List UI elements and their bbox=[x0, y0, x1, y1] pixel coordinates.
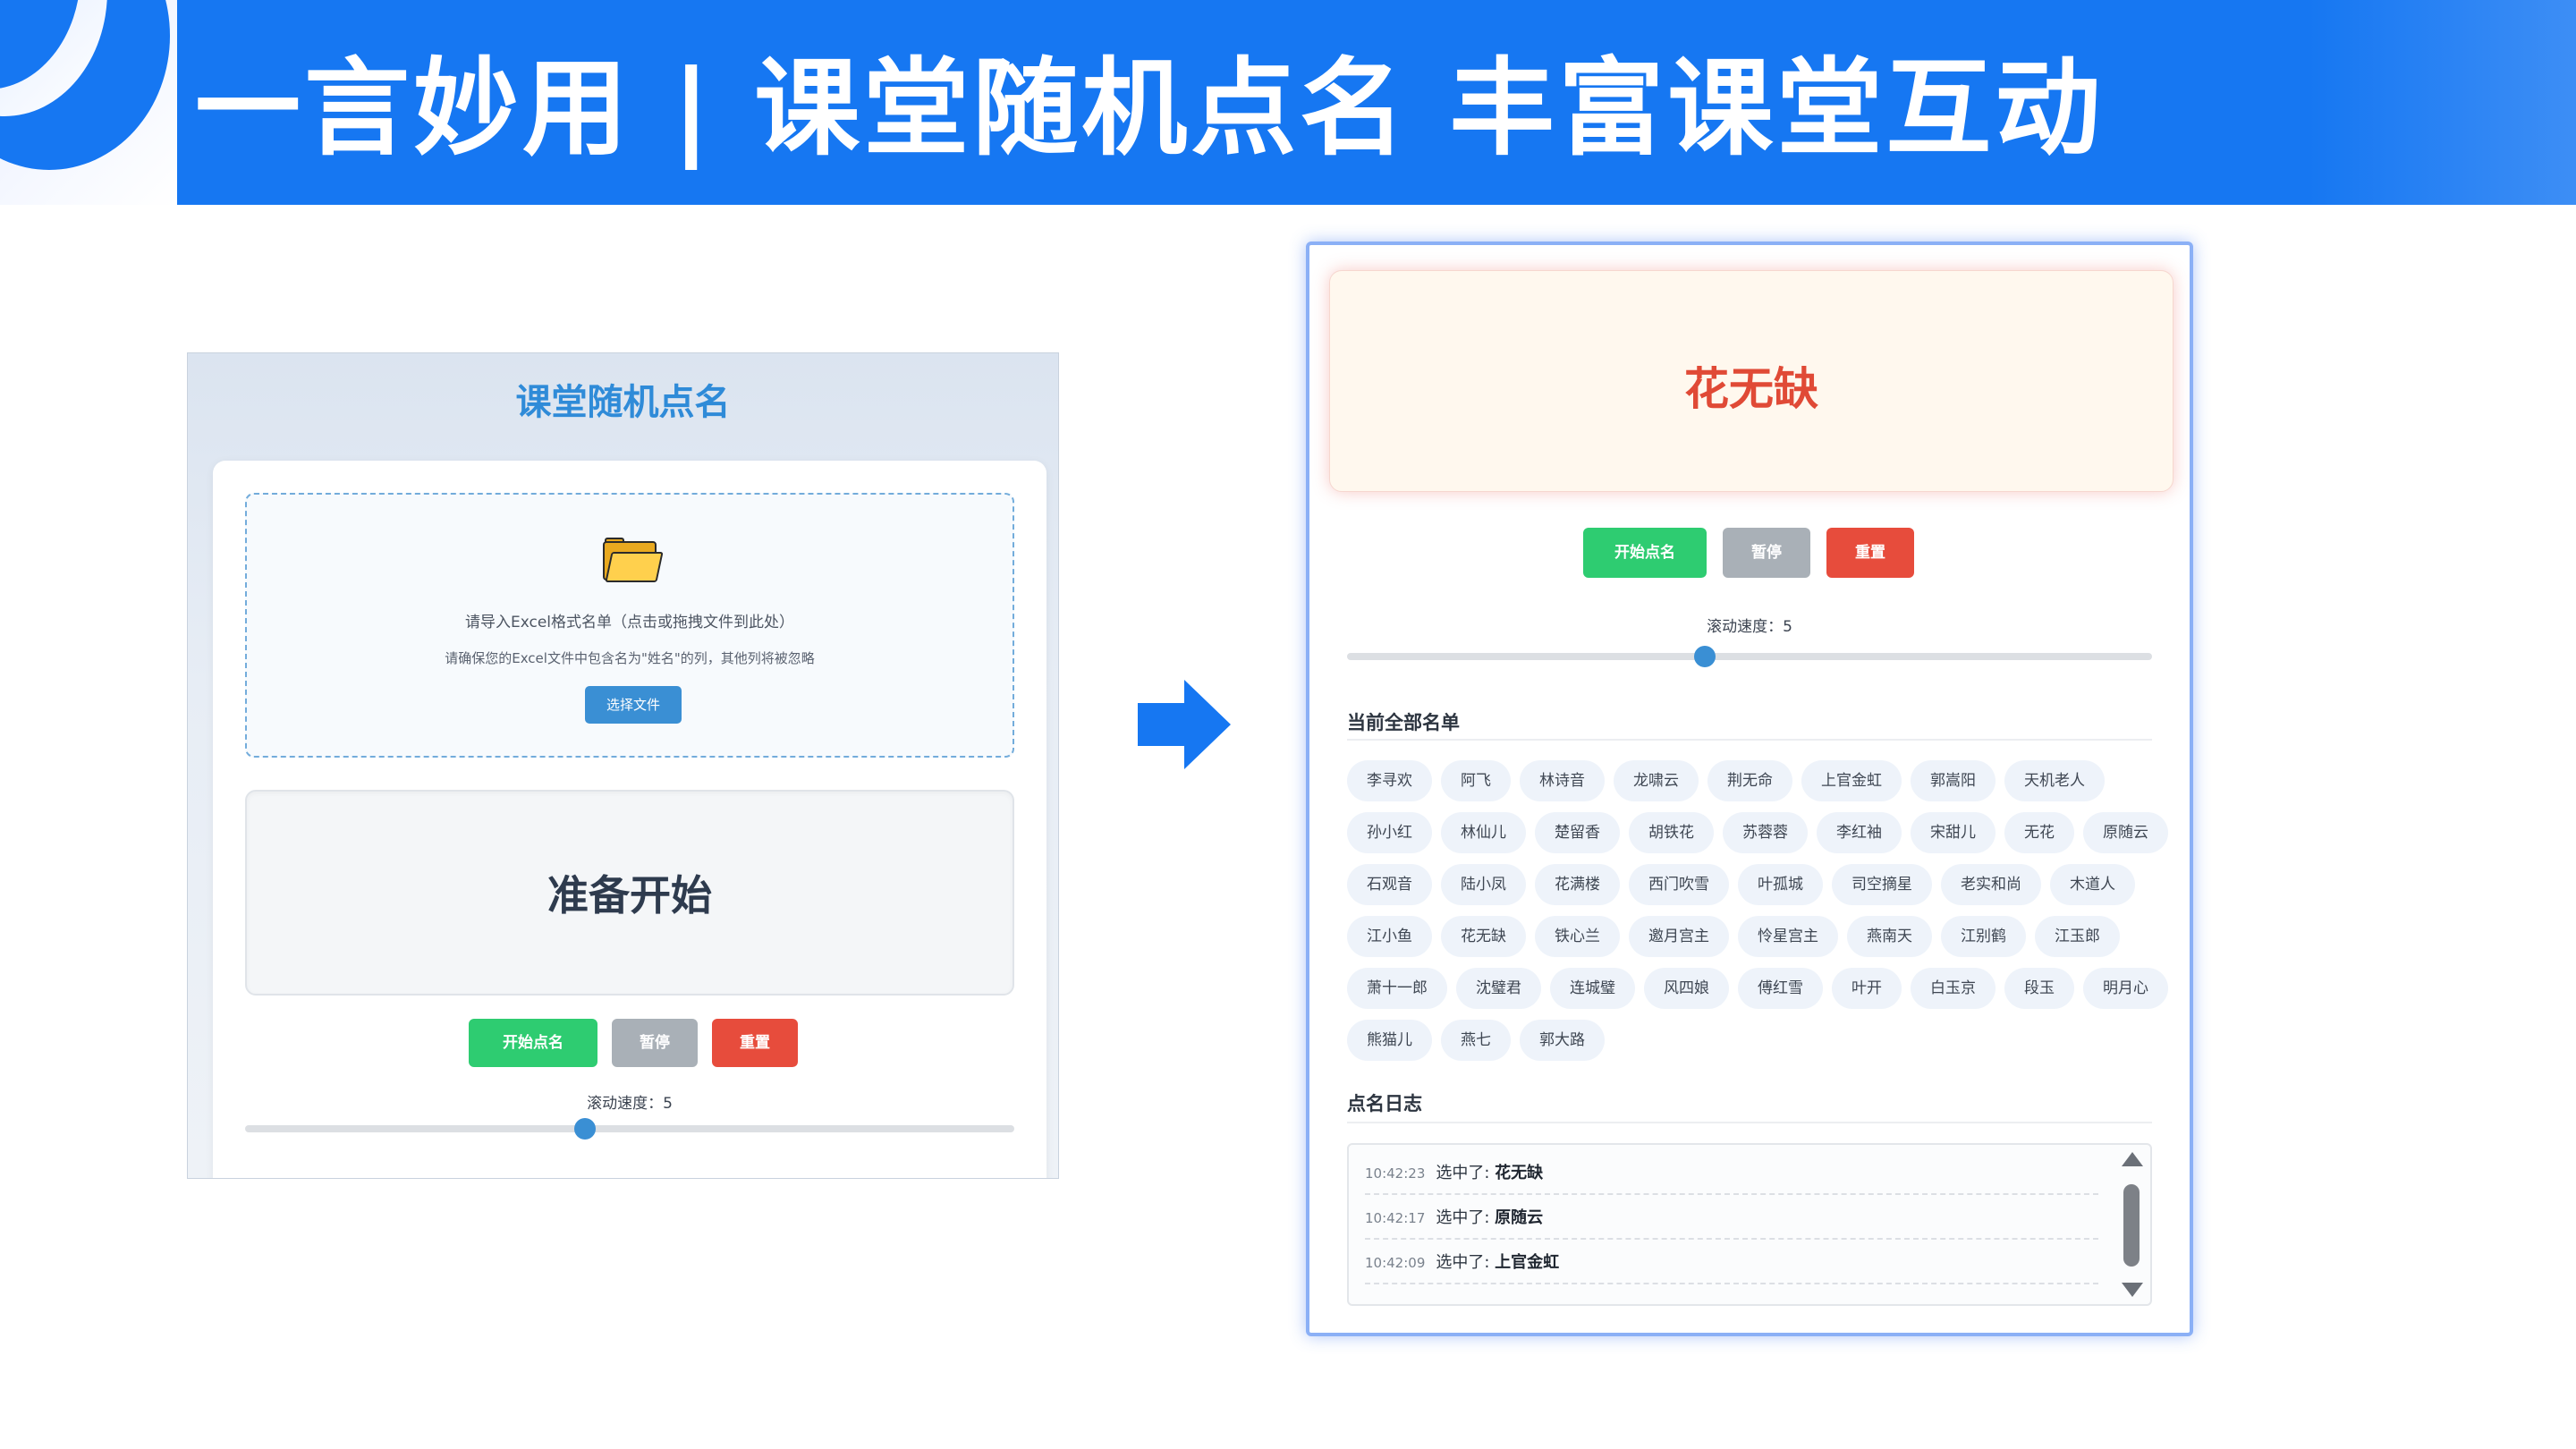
pause-button[interactable]: 暂停 bbox=[1723, 528, 1810, 578]
start-button[interactable]: 开始点名 bbox=[469, 1019, 597, 1067]
roster-chip: 原随云 bbox=[2083, 812, 2168, 853]
log-text: 选中了: bbox=[1436, 1164, 1496, 1182]
log-text: 选中了: bbox=[1436, 1208, 1496, 1227]
upload-instruction: 请导入Excel格式名单（点击或拖拽文件到此处） bbox=[464, 614, 795, 631]
speed-label: 滚动速度：5 bbox=[587, 1095, 673, 1113]
roster-chip: 胡铁花 bbox=[1629, 812, 1714, 853]
roster-chip: 萧十一郎 bbox=[1347, 968, 1447, 1009]
log-time: 10:42:09 bbox=[1365, 1255, 1426, 1271]
roster-chip: 上官金虹 bbox=[1801, 760, 1902, 801]
roster-chip: 连城璧 bbox=[1550, 968, 1635, 1009]
roster-chip: 燕南天 bbox=[1847, 916, 1932, 957]
reset-button[interactable]: 重置 bbox=[1826, 528, 1914, 578]
roster-chip: 楚留香 bbox=[1535, 812, 1620, 853]
log-title: 点名日志 bbox=[1347, 1093, 1422, 1114]
arrow-right-icon bbox=[1138, 680, 1231, 769]
roster-chip: 郭嵩阳 bbox=[1911, 760, 1996, 801]
roster-chip: 熊猫儿 bbox=[1347, 1020, 1432, 1061]
chosen-name: 花无缺 bbox=[1684, 363, 1818, 415]
roster-chip: 老实和尚 bbox=[1941, 864, 2041, 905]
log-student-name: 上官金虹 bbox=[1495, 1253, 1560, 1272]
divider bbox=[1347, 1122, 2152, 1123]
name-display: 准备开始 bbox=[245, 790, 1014, 996]
speed-label: 滚动速度：5 bbox=[1707, 618, 1792, 636]
log-entry: 10:42:23 选中了: 花无缺 bbox=[1365, 1152, 2098, 1195]
roster-chip: 李寻欢 bbox=[1347, 760, 1432, 801]
app-screenshot-after: 花无缺 开始点名 暂停 重置 滚动速度：5 当前全部名单 李寻欢 阿飞 林诗音 龙啸云… bbox=[1306, 242, 2193, 1336]
roster-chip: 无花 bbox=[2004, 812, 2074, 853]
file-drop-zone[interactable]: 请导入Excel格式名单（点击或拖拽文件到此处） 请确保您的Excel文件中包含… bbox=[245, 493, 1014, 758]
log-time: 10:42:23 bbox=[1365, 1165, 1426, 1182]
banner-title: 一言妙用 | 课堂随机点名 丰富课堂互动 bbox=[195, 47, 2105, 170]
roster-chip: 沈璧君 bbox=[1456, 968, 1541, 1009]
roster-chip: 明月心 bbox=[2083, 968, 2168, 1009]
roster-chip: 白玉京 bbox=[1911, 968, 1996, 1009]
roster-chip: 司空摘星 bbox=[1832, 864, 1932, 905]
speed-slider[interactable] bbox=[1347, 653, 2152, 660]
banner-decoration bbox=[0, 0, 177, 205]
start-button[interactable]: 开始点名 bbox=[1583, 528, 1707, 578]
roster-chip: 宋甜儿 bbox=[1911, 812, 1996, 853]
roster-chip: 木道人 bbox=[2050, 864, 2135, 905]
roster-chip: 花无缺 bbox=[1441, 916, 1526, 957]
roster-chip: 林诗音 bbox=[1520, 760, 1605, 801]
scrollbar-thumb[interactable] bbox=[2123, 1184, 2140, 1267]
roster-chip: 陆小凤 bbox=[1441, 864, 1526, 905]
roster-chip: 叶孤城 bbox=[1738, 864, 1823, 905]
roster-chip: 江小鱼 bbox=[1347, 916, 1432, 957]
display-status: 准备开始 bbox=[547, 871, 712, 919]
roster-chip: 傅红雪 bbox=[1738, 968, 1823, 1009]
roster-chip: 荆无命 bbox=[1707, 760, 1792, 801]
speed-slider-thumb[interactable] bbox=[574, 1118, 596, 1140]
roster-chip: 风四娘 bbox=[1644, 968, 1729, 1009]
speed-slider-thumb[interactable] bbox=[1694, 646, 1716, 667]
pause-button[interactable]: 暂停 bbox=[612, 1019, 698, 1067]
roster-chip: 苏蓉蓉 bbox=[1723, 812, 1808, 853]
roster-title: 当前全部名单 bbox=[1347, 712, 1460, 733]
app-title: 课堂随机点名 bbox=[515, 382, 731, 423]
speed-slider[interactable] bbox=[245, 1125, 1014, 1132]
roster-chip: 龙啸云 bbox=[1614, 760, 1699, 801]
roster-chip: 花满楼 bbox=[1535, 864, 1620, 905]
name-display: 花无缺 bbox=[1329, 270, 2174, 492]
log-student-name: 原随云 bbox=[1495, 1208, 1544, 1227]
roster-chip: 郭大路 bbox=[1520, 1020, 1605, 1061]
roster-chip: 李红袖 bbox=[1817, 812, 1902, 853]
log-time: 10:42:17 bbox=[1365, 1210, 1426, 1226]
main-card: 请导入Excel格式名单（点击或拖拽文件到此处） 请确保您的Excel文件中包含… bbox=[213, 461, 1046, 1178]
log-panel[interactable]: 10:42:23 选中了: 花无缺 10:42:17 选中了: 原随云 10:42:09… bbox=[1347, 1143, 2152, 1306]
roster-chip: 阿飞 bbox=[1441, 760, 1511, 801]
log-entry: 10:42:17 选中了: 原随云 bbox=[1365, 1197, 2098, 1240]
roster-chip: 铁心兰 bbox=[1535, 916, 1620, 957]
roster-chip: 林仙儿 bbox=[1441, 812, 1526, 853]
roster-chip: 段玉 bbox=[2004, 968, 2074, 1009]
roster-chip: 燕七 bbox=[1441, 1020, 1511, 1061]
choose-file-button[interactable]: 选择文件 bbox=[585, 686, 682, 724]
log-student-name: 花无缺 bbox=[1495, 1164, 1544, 1182]
title-banner: 一言妙用 | 课堂随机点名 丰富课堂互动 bbox=[0, 0, 2576, 205]
reset-button[interactable]: 重置 bbox=[712, 1019, 798, 1067]
roster-chip: 江别鹤 bbox=[1941, 916, 2026, 957]
roster-chip: 江玉郎 bbox=[2035, 916, 2120, 957]
divider bbox=[1347, 739, 2152, 741]
scroll-down-arrow-icon[interactable] bbox=[2122, 1283, 2143, 1297]
roster-chip: 西门吹雪 bbox=[1629, 864, 1729, 905]
roster-chip: 孙小红 bbox=[1347, 812, 1432, 853]
app-screenshot-before: 课堂随机点名 请导入Excel格式名单（点击或拖拽文件到此处） 请确保您的Exc… bbox=[187, 352, 1059, 1179]
roster-chip: 石观音 bbox=[1347, 864, 1432, 905]
roster-chip: 邀月宫主 bbox=[1629, 916, 1729, 957]
roster-chip: 怜星宫主 bbox=[1738, 916, 1838, 957]
folder-icon bbox=[603, 538, 664, 582]
roster-chip: 天机老人 bbox=[2004, 760, 2105, 801]
log-text: 选中了: bbox=[1436, 1253, 1496, 1272]
scroll-up-arrow-icon[interactable] bbox=[2122, 1152, 2143, 1166]
roster-chip: 叶开 bbox=[1832, 968, 1902, 1009]
log-entry: 10:42:09 选中了: 上官金虹 bbox=[1365, 1241, 2098, 1284]
upload-hint: 请确保您的Excel文件中包含名为"姓名"的列，其他列将被忽略 bbox=[445, 650, 815, 666]
